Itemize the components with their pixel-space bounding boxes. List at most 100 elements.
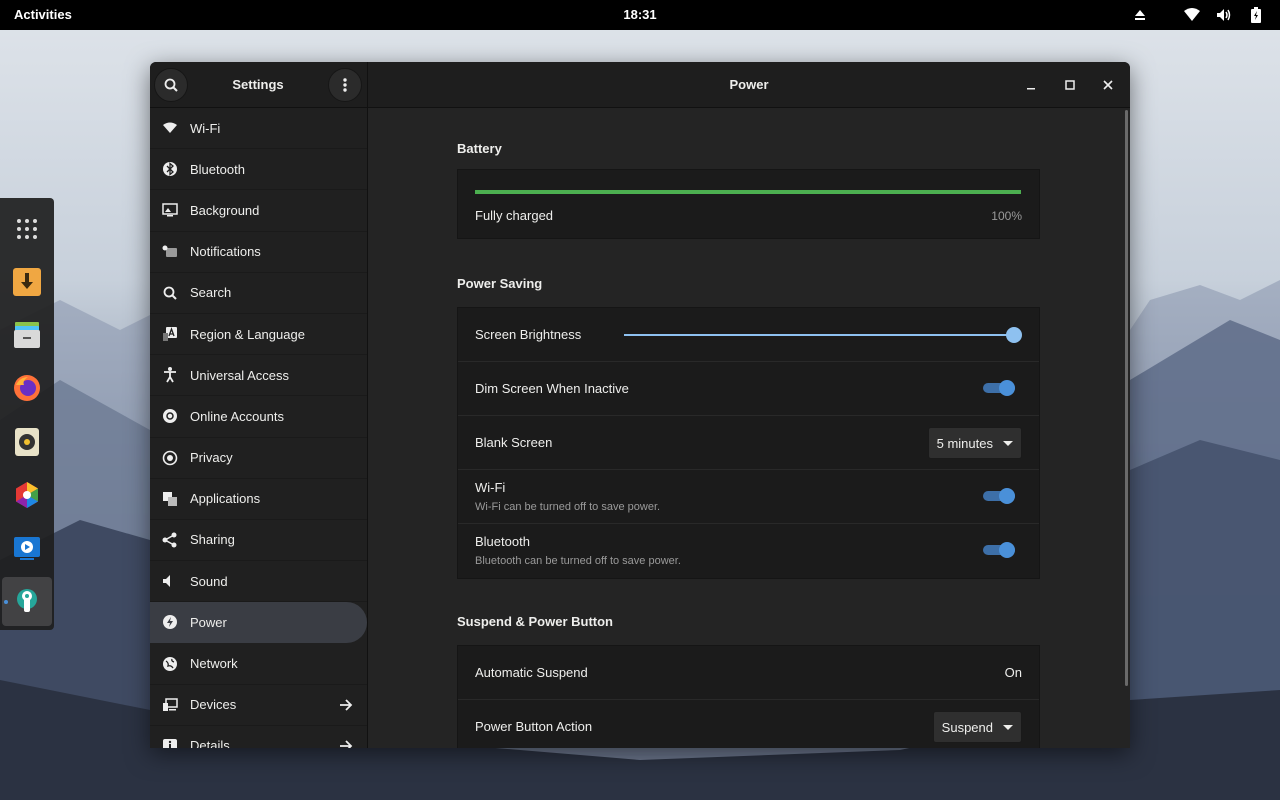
sidebar-item-applications[interactable]: Applications	[150, 479, 367, 520]
brightness-label: Screen Brightness	[475, 327, 582, 342]
sidebar-item-power[interactable]: Power	[150, 602, 367, 644]
power-saving-panel: Screen Brightness Dim Screen When Inacti…	[457, 307, 1040, 579]
sidebar-item-label: Search	[190, 285, 232, 301]
sidebar-item-label: Wi-Fi	[190, 120, 221, 136]
files-icon[interactable]	[2, 311, 52, 360]
minimize-button[interactable]	[1021, 75, 1041, 95]
power-button-action-value: Suspend	[941, 719, 993, 735]
maximize-button[interactable]	[1060, 75, 1080, 95]
automatic-suspend-label: Automatic Suspend	[475, 665, 588, 680]
sidebar-item-label: Background	[190, 202, 260, 218]
sidebar-item-network[interactable]: Network	[150, 643, 367, 685]
bluetooth-power-toggle[interactable]	[983, 542, 1015, 558]
section-title-power-saving: Power Saving	[457, 276, 543, 291]
bluetooth-icon	[162, 161, 178, 177]
arrow-right-icon	[340, 698, 353, 711]
automatic-suspend-value: On	[1004, 665, 1022, 680]
color-picker-icon[interactable]	[2, 470, 52, 519]
arrow-right-icon	[340, 740, 353, 748]
applications-icon	[162, 491, 178, 507]
wifi-icon[interactable]	[1182, 5, 1202, 25]
bluetooth-power-label: Bluetooth	[475, 534, 530, 549]
battery-percent: 100%	[991, 209, 1022, 223]
devices-icon	[162, 697, 178, 713]
wifi-power-description: Wi-Fi can be turned off to save power.	[475, 501, 661, 513]
sidebar-item-label: Details	[190, 738, 230, 748]
blank-screen-row: Blank Screen 5 minutes	[458, 416, 1039, 470]
blank-screen-value: 5 minutes	[936, 435, 993, 451]
settings-window: Settings Power Wi-Fi Bluetooth Backgroun…	[150, 62, 1130, 748]
sidebar-item-bluetooth[interactable]: Bluetooth	[150, 149, 367, 191]
wifi-power-toggle[interactable]	[983, 488, 1015, 504]
brightness-slider[interactable]	[624, 327, 1022, 343]
sidebar-item-label: Devices	[190, 697, 237, 713]
rhythmbox-icon[interactable]	[2, 417, 52, 466]
wifi-power-row: Wi-Fi Wi-Fi can be turned off to save po…	[458, 470, 1039, 524]
chevron-down-icon	[1003, 440, 1013, 446]
power-button-action-row: Power Button Action Suspend	[458, 700, 1039, 748]
sidebar-item-region-language[interactable]: Region & Language	[150, 314, 367, 356]
details-icon	[162, 738, 178, 748]
power-button-action-dropdown[interactable]: Suspend	[932, 711, 1022, 743]
online-accounts-icon	[162, 408, 178, 424]
battery-level-fill	[475, 190, 1021, 194]
battery-panel: Fully charged 100%	[457, 169, 1040, 239]
sidebar-item-notifications[interactable]: Notifications	[150, 232, 367, 273]
settings-app-icon[interactable]	[2, 576, 52, 626]
top-bar: Activities 18:31	[0, 0, 1280, 30]
dim-screen-row: Dim Screen When Inactive	[458, 362, 1039, 416]
sidebar-item-sharing[interactable]: Sharing	[150, 520, 367, 562]
sidebar-item-search[interactable]: Search	[150, 273, 367, 314]
sidebar-item-label: Online Accounts	[190, 408, 284, 424]
kebab-menu-icon	[343, 78, 347, 92]
sidebar-item-online-accounts[interactable]: Online Accounts	[150, 396, 367, 438]
notifications-icon	[162, 244, 178, 260]
firefox-icon[interactable]	[2, 364, 52, 413]
sidebar-item-details[interactable]: Details	[150, 726, 367, 748]
section-title-battery: Battery	[457, 141, 502, 156]
volume-icon[interactable]	[1214, 5, 1234, 25]
sidebar-item-sound[interactable]: Sound	[150, 561, 367, 603]
window-title: Power	[729, 77, 769, 92]
sidebar-item-label: Applications	[190, 491, 261, 507]
sidebar-item-label: Region & Language	[190, 326, 305, 342]
dock	[0, 198, 54, 630]
close-button[interactable]	[1098, 75, 1118, 95]
suspend-panel: Automatic Suspend On Power Button Action…	[457, 645, 1040, 748]
scrollbar[interactable]	[1125, 110, 1128, 686]
app-grid-icon[interactable]	[2, 204, 52, 253]
sidebar: Wi-Fi Bluetooth Background Notifications…	[150, 108, 368, 748]
blank-screen-label: Blank Screen	[475, 435, 553, 450]
network-icon	[162, 656, 178, 672]
bluetooth-power-description: Bluetooth can be turned off to save powe…	[475, 555, 681, 567]
search-icon	[162, 285, 178, 301]
clock[interactable]: 18:31	[0, 7, 1280, 22]
sidebar-item-label: Network	[190, 656, 238, 672]
background-icon	[162, 202, 178, 218]
battery-icon[interactable]	[1246, 5, 1266, 25]
sidebar-item-devices[interactable]: Devices	[150, 685, 367, 726]
wifi-power-label: Wi-Fi	[475, 480, 506, 495]
sidebar-item-privacy[interactable]: Privacy	[150, 438, 367, 479]
sound-icon	[162, 573, 178, 589]
sidebar-item-wifi[interactable]: Wi-Fi	[150, 108, 367, 150]
system-tray[interactable]	[1130, 5, 1266, 25]
brightness-slider-handle[interactable]	[1006, 327, 1022, 343]
maximize-icon	[1065, 80, 1075, 90]
brightness-slider-fill	[624, 334, 1014, 336]
sidebar-item-label: Privacy	[190, 450, 233, 466]
dim-screen-toggle[interactable]	[983, 380, 1015, 396]
header-bar: Settings Power	[150, 62, 1130, 108]
accessibility-icon	[162, 367, 178, 383]
eject-icon[interactable]	[1130, 5, 1150, 25]
menu-button[interactable]	[328, 68, 362, 102]
sidebar-item-background[interactable]: Background	[150, 190, 367, 232]
video-player-icon[interactable]	[2, 524, 52, 573]
downloader-icon[interactable]	[2, 257, 52, 306]
blank-screen-dropdown[interactable]: 5 minutes	[927, 427, 1022, 459]
automatic-suspend-row[interactable]: Automatic Suspend On	[458, 646, 1039, 700]
sharing-icon	[162, 532, 178, 548]
sidebar-item-universal-access[interactable]: Universal Access	[150, 355, 367, 397]
dim-screen-label: Dim Screen When Inactive	[475, 381, 629, 396]
close-icon	[1103, 80, 1113, 90]
